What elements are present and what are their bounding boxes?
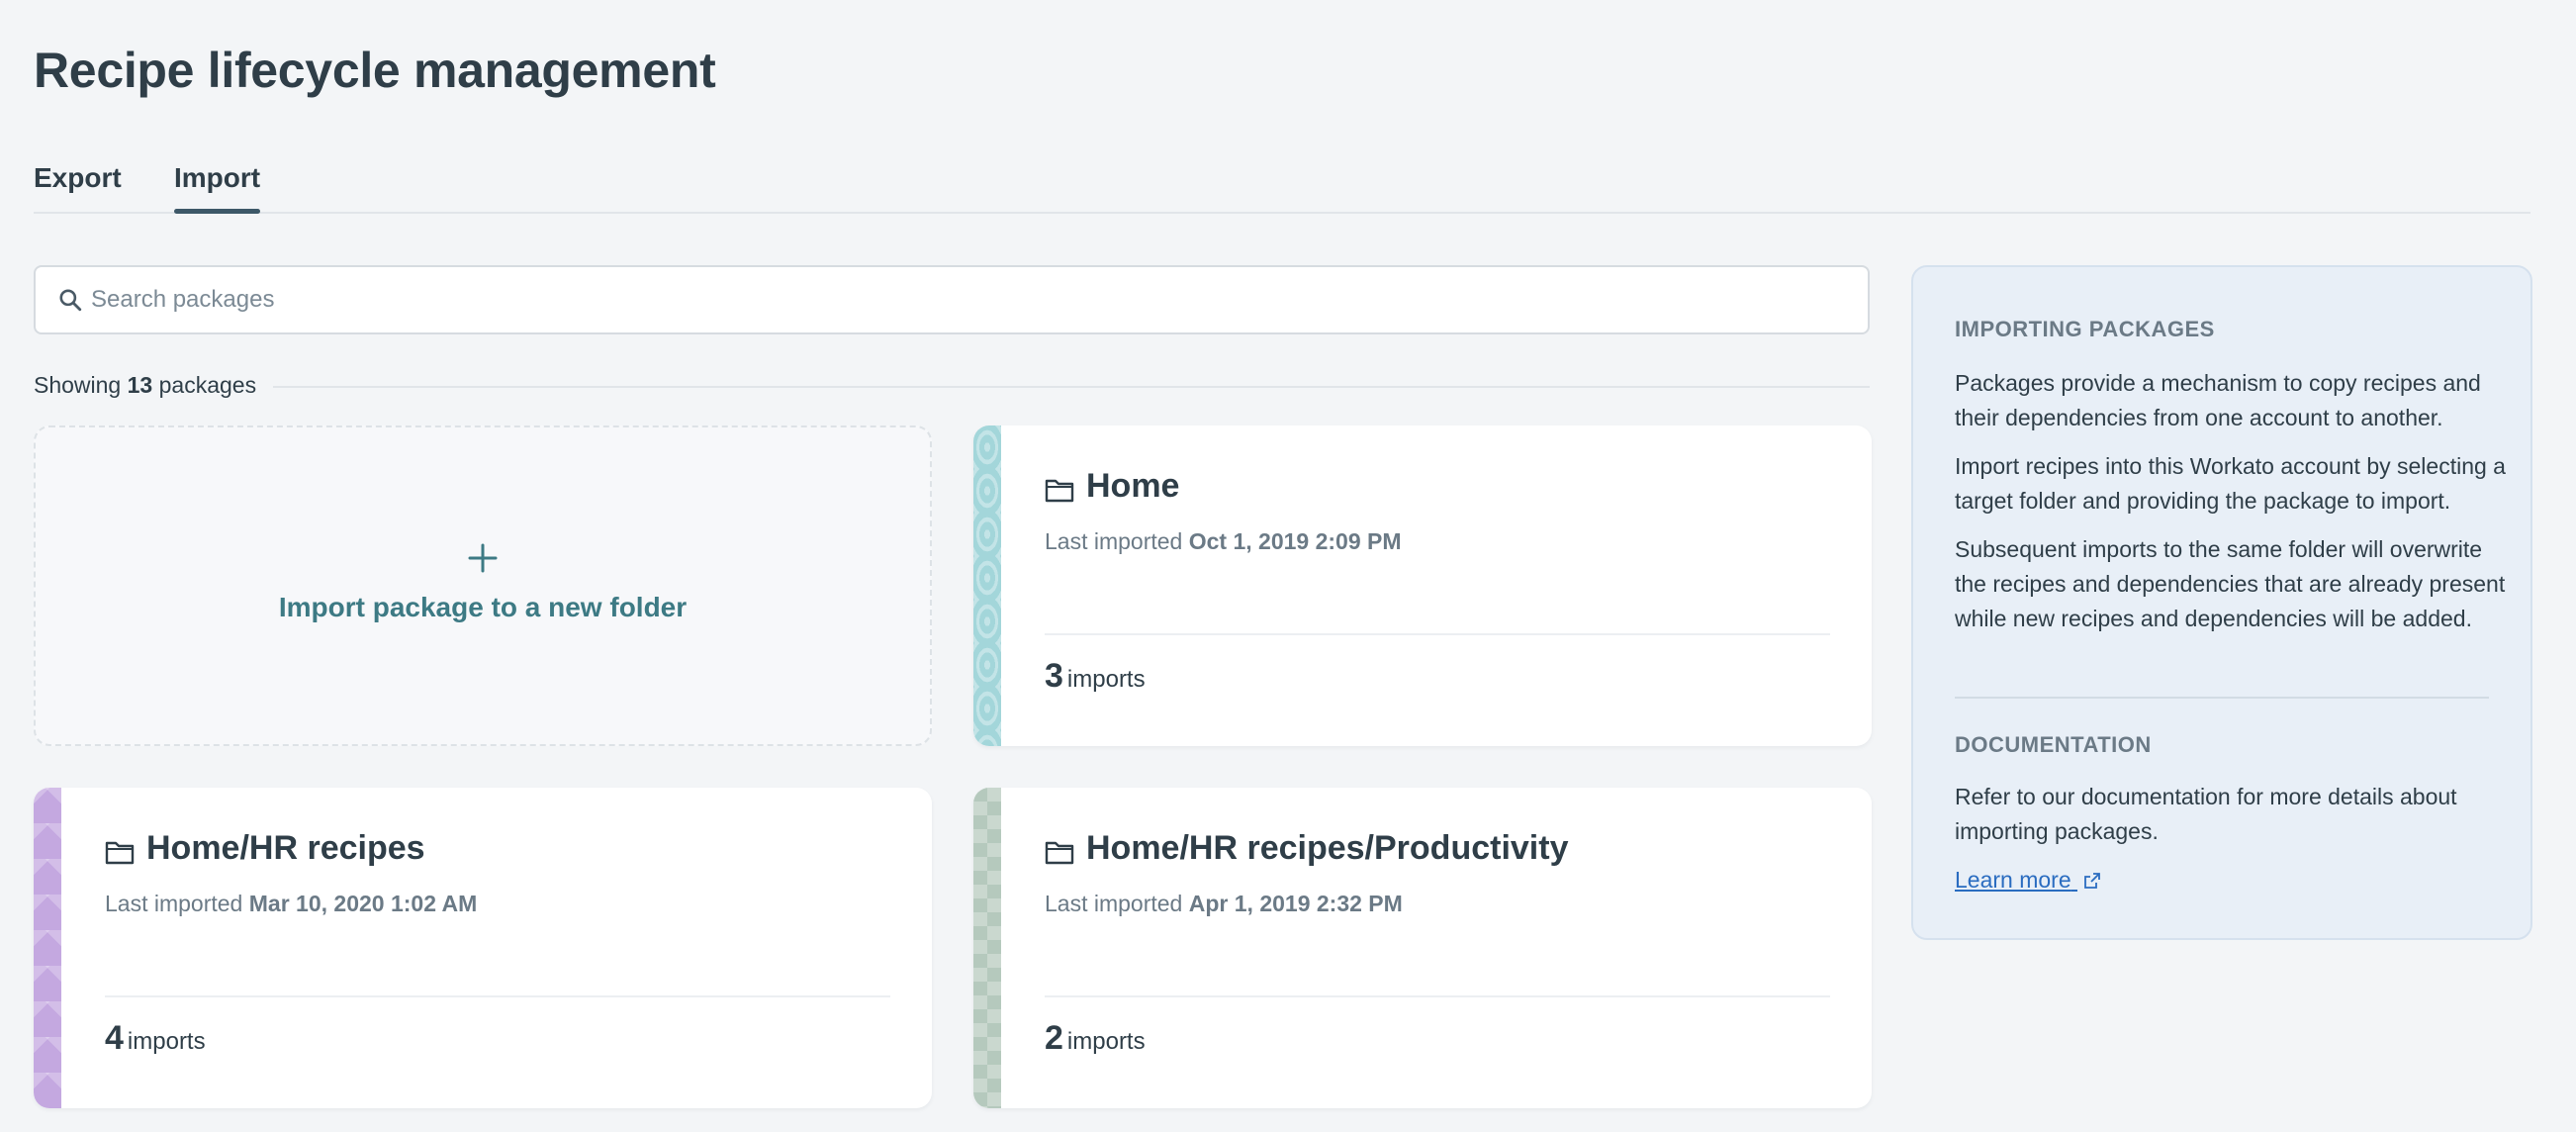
search-input[interactable]	[91, 267, 1852, 332]
tab-export[interactable]: Export	[34, 162, 122, 210]
external-link-icon	[2084, 873, 2100, 889]
last-imported: Last imported Oct 1, 2019 2:09 PM	[1045, 528, 1402, 555]
tab-import[interactable]: Import	[174, 162, 261, 214]
last-imported-label: Last imported	[1045, 528, 1183, 554]
showing-suffix: packages	[158, 372, 257, 398]
last-imported-date: Mar 10, 2020 1:02 AM	[248, 891, 478, 916]
import-count: 3 imports	[1045, 657, 1146, 696]
last-imported-date: Oct 1, 2019 2:09 PM	[1188, 528, 1402, 554]
import-count-number: 3	[1045, 657, 1063, 695]
import-new-folder-label: Import package to a new folder	[278, 592, 688, 622]
learn-more-link[interactable]: Learn more	[1955, 867, 2101, 894]
showing-count: 13	[127, 372, 153, 398]
page: Recipe lifecycle management Export Impor…	[0, 0, 2576, 1132]
package-folder-name[interactable]: Home/HR recipes	[146, 829, 425, 868]
plus-icon	[468, 543, 498, 573]
import-count-unit: imports	[1066, 1028, 1146, 1055]
divider	[273, 386, 1870, 388]
documentation-text: Refer to our documentation for more deta…	[1955, 784, 2457, 844]
card-accent-stripe	[973, 788, 1001, 1108]
card-divider	[1045, 995, 1830, 997]
last-imported: Last imported Apr 1, 2019 2:32 PM	[1045, 891, 1403, 917]
card-accent-stripe	[973, 425, 1001, 746]
search-icon	[59, 289, 82, 312]
info-panel: IMPORTING PACKAGES Packages provide a me…	[1911, 265, 2532, 940]
package-count: Showing 13 packages	[34, 372, 256, 399]
showing-prefix: Showing	[34, 372, 122, 398]
page-title: Recipe lifecycle management	[34, 43, 716, 98]
info-paragraph: Packages provide a mechanism to copy rec…	[1955, 370, 2481, 430]
package-card-productivity[interactable]: Home/HR recipes/Productivity Last import…	[973, 788, 1872, 1108]
last-imported: Last imported Mar 10, 2020 1:02 AM	[105, 891, 477, 917]
card-accent-stripe	[34, 788, 61, 1108]
import-count-number: 2	[1045, 1019, 1063, 1057]
documentation-heading: DOCUMENTATION	[1955, 732, 2152, 757]
info-paragraph: Import recipes into this Workato account…	[1955, 453, 2506, 514]
folder-icon	[105, 841, 135, 865]
importing-packages-heading: IMPORTING PACKAGES	[1955, 317, 2215, 341]
last-imported-label: Last imported	[1045, 891, 1183, 916]
import-count: 4 imports	[105, 1019, 206, 1058]
package-folder-name[interactable]: Home	[1086, 467, 1179, 506]
package-card-home[interactable]: Home Last imported Oct 1, 2019 2:09 PM 3…	[973, 425, 1872, 746]
card-divider	[1045, 633, 1830, 635]
folder-icon	[1045, 841, 1074, 865]
import-count: 2 imports	[1045, 1019, 1146, 1058]
package-card-hr-recipes[interactable]: Home/HR recipes Last imported Mar 10, 20…	[34, 788, 932, 1108]
folder-icon	[1045, 479, 1074, 503]
card-divider	[105, 995, 890, 997]
import-new-folder-card[interactable]: Import package to a new folder	[34, 425, 932, 746]
import-count-unit: imports	[127, 1028, 206, 1055]
import-count-number: 4	[105, 1019, 124, 1057]
tab-bar: Export Import	[34, 158, 2530, 214]
search-box[interactable]	[34, 265, 1870, 334]
last-imported-date: Apr 1, 2019 2:32 PM	[1188, 891, 1403, 916]
learn-more-label: Learn more	[1955, 867, 2071, 893]
info-paragraph: Subsequent imports to the same folder wi…	[1955, 536, 2506, 631]
import-count-unit: imports	[1066, 666, 1146, 693]
panel-divider	[1955, 697, 2489, 699]
package-folder-name[interactable]: Home/HR recipes/Productivity	[1086, 829, 1568, 868]
last-imported-label: Last imported	[105, 891, 243, 916]
